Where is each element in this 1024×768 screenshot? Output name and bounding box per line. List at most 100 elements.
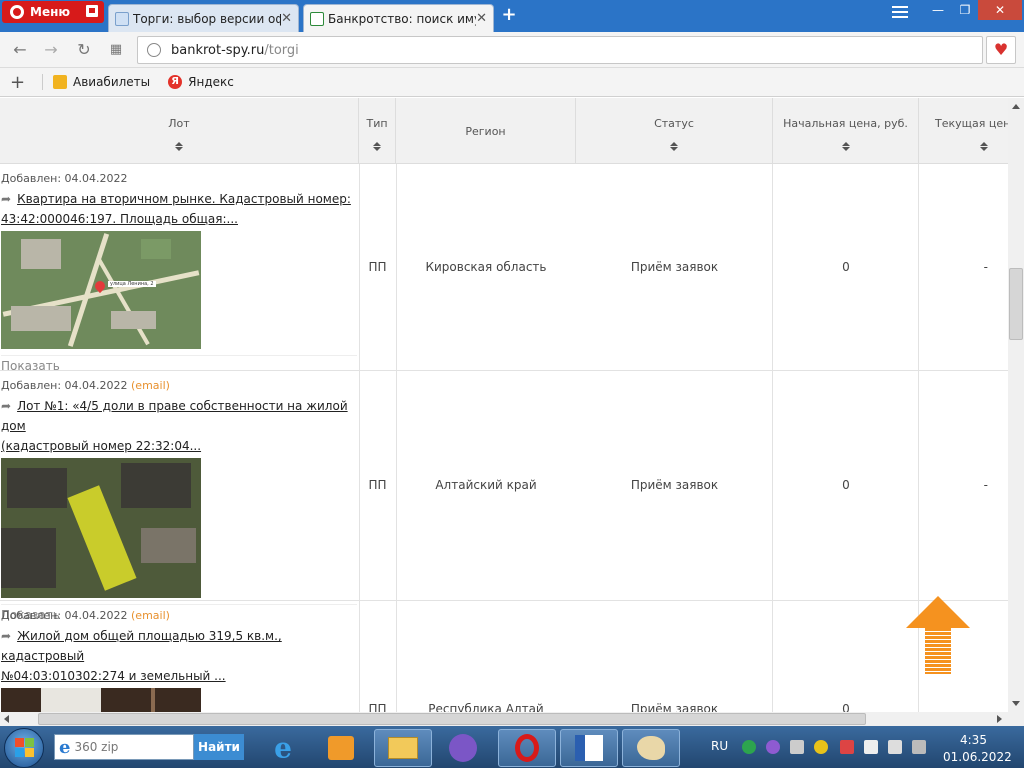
- status-cell: Приём заявок: [630, 478, 719, 492]
- heart-icon[interactable]: ♥: [986, 36, 1016, 64]
- lot-map-image[interactable]: улица Ленина, 2: [1, 231, 201, 349]
- monitor-tray-icon[interactable]: [888, 740, 902, 754]
- add-bookmark-button[interactable]: +: [10, 72, 32, 93]
- url-host: bankrot-spy.ru: [171, 42, 265, 58]
- header-status[interactable]: Статус: [576, 98, 773, 164]
- taskbar-opera[interactable]: [498, 729, 556, 767]
- header-lot[interactable]: Лот: [0, 98, 359, 164]
- added-date: Добавлен: 04.04.2022 (email): [1, 609, 170, 622]
- header-type[interactable]: Тип: [359, 98, 396, 164]
- horizontal-scrollbar[interactable]: [0, 712, 1008, 726]
- email-link[interactable]: (email): [131, 379, 170, 392]
- search-input[interactable]: e 360 zip: [54, 734, 194, 760]
- header-label: Текущая цена: [935, 117, 1008, 130]
- tab-torgi[interactable]: Торги: выбор версии офи ✕: [108, 4, 299, 32]
- current-price-cell: -: [983, 478, 988, 492]
- share-arrow-icon: ➦: [1, 629, 12, 643]
- find-button[interactable]: Найти: [194, 734, 244, 760]
- sort-icon[interactable]: [373, 142, 381, 151]
- language-indicator[interactable]: RU: [711, 739, 728, 753]
- lot-title-link[interactable]: ➦ Квартира на вторичном рынке. Кадастровы…: [1, 189, 357, 229]
- header-label: Лот: [168, 117, 190, 130]
- scroll-left-icon[interactable]: [4, 715, 9, 723]
- opera-menu-button[interactable]: Меню: [2, 1, 104, 23]
- taskbar-word[interactable]: [560, 729, 618, 767]
- action-center-icon[interactable]: [840, 740, 854, 754]
- bookmark-aviabilety[interactable]: Авиабилеты: [53, 75, 150, 89]
- close-tab-icon[interactable]: ✕: [281, 11, 292, 26]
- device-tray-icon[interactable]: [864, 740, 878, 754]
- scroll-down-icon[interactable]: [1012, 701, 1020, 706]
- forward-arrow-icon[interactable]: →: [41, 40, 61, 60]
- lot-cell: Добавлен: 04.04.2022 ➦ Квартира на вторич…: [1, 164, 357, 375]
- security-tray-icon[interactable]: [814, 740, 828, 754]
- paint-icon: [637, 736, 665, 760]
- browser-tab-bar: Меню Торги: выбор версии офи ✕ Банкротст…: [0, 0, 1024, 32]
- horizontal-scroll-thumb[interactable]: [38, 713, 866, 725]
- close-window-button[interactable]: ✕: [978, 0, 1022, 20]
- minimize-button[interactable]: —: [924, 0, 952, 20]
- sort-icon[interactable]: [842, 142, 850, 151]
- start-price-cell: 0: [842, 702, 850, 712]
- viber-tray-icon[interactable]: [766, 740, 780, 754]
- header-start-price[interactable]: Начальная цена, руб.: [773, 98, 919, 164]
- bookmark-yandex[interactable]: Я Яндекс: [168, 75, 234, 89]
- vertical-scroll-thumb[interactable]: [1009, 268, 1023, 340]
- site-info-icon[interactable]: [147, 43, 161, 57]
- added-date: Добавлен: 04.04.2022: [1, 172, 128, 185]
- table-row: Добавлен: 04.04.2022 (email) ➦ Жилой дом …: [0, 601, 1008, 712]
- table-row: Добавлен: 04.04.2022 ➦ Квартира на вторич…: [0, 164, 1008, 373]
- tab-bankrotstvo[interactable]: Банкротство: поиск имущ ✕: [303, 4, 494, 32]
- clock-time[interactable]: 4:35: [960, 733, 987, 747]
- vertical-scrollbar[interactable]: [1008, 98, 1024, 712]
- sort-icon[interactable]: [980, 142, 988, 151]
- sort-icon[interactable]: [175, 142, 183, 151]
- maximize-button[interactable]: ❐: [952, 0, 978, 20]
- region-cell: Кировская область: [425, 260, 547, 274]
- clock-date[interactable]: 01.06.2022: [943, 750, 1012, 764]
- taskbar-media-player[interactable]: [312, 729, 370, 767]
- current-price-cell: -: [983, 260, 988, 274]
- folder-icon: [388, 737, 418, 759]
- header-current-price[interactable]: Текущая цена: [919, 98, 1008, 164]
- internet-explorer-icon: e: [274, 731, 292, 765]
- email-link[interactable]: (email): [131, 609, 170, 622]
- opera-logo-icon: [10, 5, 24, 19]
- lot-satellite-image[interactable]: [1, 458, 201, 598]
- tab-menu-icon[interactable]: [892, 6, 908, 20]
- back-arrow-icon[interactable]: ←: [10, 40, 30, 60]
- start-price-cell: 0: [842, 260, 850, 274]
- bookmark-label: Яндекс: [188, 75, 234, 89]
- taskbar-explorer[interactable]: [374, 729, 432, 767]
- taskbar-paint[interactable]: [622, 729, 680, 767]
- scroll-to-top-icon[interactable]: [906, 596, 970, 676]
- network-status-icon[interactable]: [742, 740, 756, 754]
- bookmark-divider: [42, 74, 43, 90]
- lot-title-link[interactable]: ➦ Лот №1: «4/5 доли в праве собственности…: [1, 396, 357, 456]
- reload-icon[interactable]: ↻: [74, 40, 94, 60]
- flag-icon[interactable]: [86, 5, 98, 17]
- header-label: Начальная цена, руб.: [783, 117, 908, 130]
- start-button[interactable]: [4, 728, 44, 768]
- search-value: 360 zip: [74, 740, 119, 754]
- music-tray-icon[interactable]: [790, 740, 804, 754]
- scroll-up-icon[interactable]: [1012, 104, 1020, 109]
- header-region[interactable]: Регион: [396, 98, 576, 164]
- speed-dial-grid-icon[interactable]: ▦: [106, 40, 126, 60]
- volume-icon[interactable]: [912, 740, 926, 754]
- type-cell: ПП: [368, 260, 387, 274]
- close-tab-icon[interactable]: ✕: [476, 11, 487, 26]
- taskbar-internet-explorer[interactable]: e: [254, 729, 312, 767]
- taskbar-viber[interactable]: [434, 729, 492, 767]
- header-label: Тип: [366, 117, 388, 130]
- new-tab-button[interactable]: +: [498, 4, 520, 25]
- sort-icon[interactable]: [670, 142, 678, 151]
- opera-icon: [515, 734, 539, 762]
- address-bar[interactable]: bankrot-spy.ru/torgi: [137, 36, 983, 64]
- share-arrow-icon: ➦: [1, 399, 12, 413]
- windows-taskbar: e 360 zip Найти e RU 4:35 01.06.2022: [0, 726, 1024, 768]
- lot-interior-image[interactable]: [1, 688, 201, 712]
- share-arrow-icon: ➦: [1, 192, 12, 206]
- lot-title-link[interactable]: ➦ Жилой дом общей площадью 319,5 кв.м., к…: [1, 626, 357, 686]
- scroll-right-icon[interactable]: [997, 715, 1002, 723]
